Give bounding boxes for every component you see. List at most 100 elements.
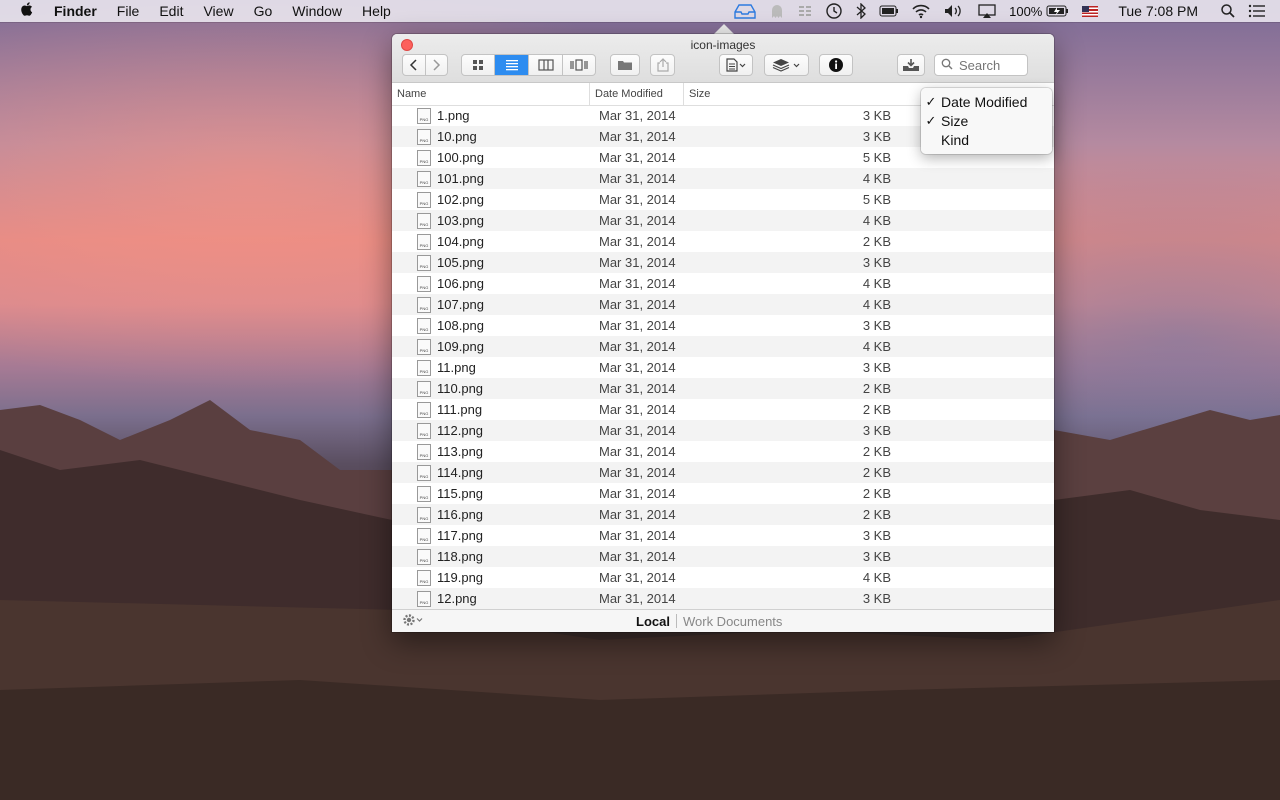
png-file-icon <box>417 233 431 250</box>
checkmark-icon: ✓ <box>925 93 937 109</box>
table-row[interactable]: 102.png Mar 31, 2014 5 KB <box>392 189 1054 210</box>
table-row[interactable]: 12.png Mar 31, 2014 3 KB <box>392 588 1054 609</box>
grid-menu-icon[interactable] <box>797 3 813 19</box>
menu-bar: Finder File Edit View Go Window Help 100… <box>0 0 1280 22</box>
share-icon[interactable] <box>650 54 675 76</box>
menu-finder[interactable]: Finder <box>54 3 97 19</box>
popover-arrow <box>714 24 734 34</box>
file-name: 103.png <box>437 213 484 228</box>
file-name: 100.png <box>437 150 484 165</box>
table-row[interactable]: 106.png Mar 31, 2014 4 KB <box>392 273 1054 294</box>
menu-help[interactable]: Help <box>362 3 391 19</box>
apple-icon[interactable] <box>20 1 36 21</box>
file-size: 3 KB <box>862 318 891 333</box>
file-name: 110.png <box>437 381 484 396</box>
png-file-icon <box>417 527 431 544</box>
file-name: 108.png <box>437 318 484 333</box>
table-row[interactable]: 11.png Mar 31, 2014 3 KB <box>392 357 1054 378</box>
ghost-icon[interactable] <box>769 3 785 19</box>
battery-percent[interactable]: 100% <box>1009 4 1042 19</box>
table-row[interactable]: 112.png Mar 31, 2014 3 KB <box>392 420 1054 441</box>
search-input[interactable] <box>957 56 1029 74</box>
menu-go[interactable]: Go <box>254 3 273 19</box>
table-row[interactable]: 110.png Mar 31, 2014 2 KB <box>392 378 1054 399</box>
download-icon[interactable] <box>897 54 925 76</box>
layers-icon[interactable] <box>764 54 809 76</box>
file-size: 4 KB <box>862 276 891 291</box>
menu-item-size[interactable]: ✓ Size <box>921 111 1052 130</box>
file-size: 2 KB <box>862 402 891 417</box>
bluetooth-icon[interactable] <box>855 3 867 19</box>
us-flag-icon[interactable] <box>1082 5 1099 17</box>
png-file-icon <box>417 317 431 334</box>
gear-icon[interactable] <box>402 613 426 630</box>
file-size: 4 KB <box>862 297 891 312</box>
column-header-size[interactable]: Size <box>684 83 884 105</box>
info-icon[interactable] <box>819 54 853 76</box>
list-icon[interactable] <box>495 55 530 75</box>
table-row[interactable]: 113.png Mar 31, 2014 2 KB <box>392 441 1054 462</box>
table-row[interactable]: 117.png Mar 31, 2014 3 KB <box>392 525 1054 546</box>
folder-icon[interactable] <box>610 54 640 76</box>
table-row[interactable]: 101.png Mar 31, 2014 4 KB <box>392 168 1054 189</box>
time-machine-icon[interactable] <box>825 2 843 20</box>
file-size: 3 KB <box>862 549 891 564</box>
file-name: 1.png <box>437 108 470 123</box>
file-date: Mar 31, 2014 <box>599 465 676 480</box>
table-row[interactable]: 107.png Mar 31, 2014 4 KB <box>392 294 1054 315</box>
file-name: 107.png <box>437 297 484 312</box>
menu-file[interactable]: File <box>117 3 140 19</box>
table-row[interactable]: 111.png Mar 31, 2014 2 KB <box>392 399 1054 420</box>
file-date: Mar 31, 2014 <box>599 507 676 522</box>
file-date: Mar 31, 2014 <box>599 276 676 291</box>
file-list: 1.png Mar 31, 2014 3 KB 10.png Mar 31, 2014 3… <box>392 105 1054 609</box>
png-file-icon <box>417 275 431 292</box>
chevron-left-icon[interactable] <box>403 55 426 75</box>
volume-icon[interactable] <box>943 3 965 19</box>
file-name: 115.png <box>437 486 484 501</box>
column-header-name[interactable]: Name <box>392 83 590 105</box>
inbox-tray-icon[interactable] <box>733 2 757 20</box>
menu-item-date-modified[interactable]: ✓ Date Modified <box>921 92 1052 111</box>
menu-window[interactable]: Window <box>292 3 342 19</box>
table-row[interactable]: 105.png Mar 31, 2014 3 KB <box>392 252 1054 273</box>
document-icon[interactable] <box>719 54 753 76</box>
coverflow-icon[interactable] <box>563 55 595 75</box>
location-work-documents[interactable]: Work Documents <box>683 614 782 629</box>
table-row[interactable]: 108.png Mar 31, 2014 3 KB <box>392 315 1054 336</box>
table-row[interactable]: 114.png Mar 31, 2014 2 KB <box>392 462 1054 483</box>
menu-edit[interactable]: Edit <box>159 3 183 19</box>
table-row[interactable]: 109.png Mar 31, 2014 4 KB <box>392 336 1054 357</box>
table-row[interactable]: 116.png Mar 31, 2014 2 KB <box>392 504 1054 525</box>
status-bar: Local Work Documents <box>392 609 1054 632</box>
menu-item-kind[interactable]: Kind <box>921 130 1052 149</box>
file-name: 10.png <box>437 129 477 144</box>
file-date: Mar 31, 2014 <box>599 108 676 123</box>
wifi-icon[interactable] <box>911 3 931 19</box>
table-row[interactable]: 104.png Mar 31, 2014 2 KB <box>392 231 1054 252</box>
file-name: 12.png <box>437 591 477 606</box>
battery-charging-icon[interactable] <box>1046 4 1070 18</box>
battery-menu-icon[interactable] <box>879 4 899 18</box>
clock[interactable]: Tue 7:08 PM <box>1118 3 1198 19</box>
file-name: 112.png <box>437 423 484 438</box>
file-date: Mar 31, 2014 <box>599 171 676 186</box>
columns-icon[interactable] <box>529 55 563 75</box>
airplay-icon[interactable] <box>977 3 997 19</box>
grid-icon[interactable] <box>462 55 496 75</box>
column-header-date[interactable]: Date Modified <box>590 83 684 105</box>
notification-center-icon[interactable] <box>1248 4 1266 18</box>
search-field[interactable] <box>934 54 1029 76</box>
location-local[interactable]: Local <box>636 614 670 629</box>
file-name: 101.png <box>437 171 484 186</box>
table-row[interactable]: 119.png Mar 31, 2014 4 KB <box>392 567 1054 588</box>
menu-view[interactable]: View <box>203 3 233 19</box>
file-date: Mar 31, 2014 <box>599 318 676 333</box>
png-file-icon <box>417 212 431 229</box>
table-row[interactable]: 118.png Mar 31, 2014 3 KB <box>392 546 1054 567</box>
chevron-right-icon[interactable] <box>426 55 447 75</box>
file-size: 3 KB <box>862 129 891 144</box>
spotlight-search-icon[interactable] <box>1220 3 1236 19</box>
table-row[interactable]: 115.png Mar 31, 2014 2 KB <box>392 483 1054 504</box>
table-row[interactable]: 103.png Mar 31, 2014 4 KB <box>392 210 1054 231</box>
